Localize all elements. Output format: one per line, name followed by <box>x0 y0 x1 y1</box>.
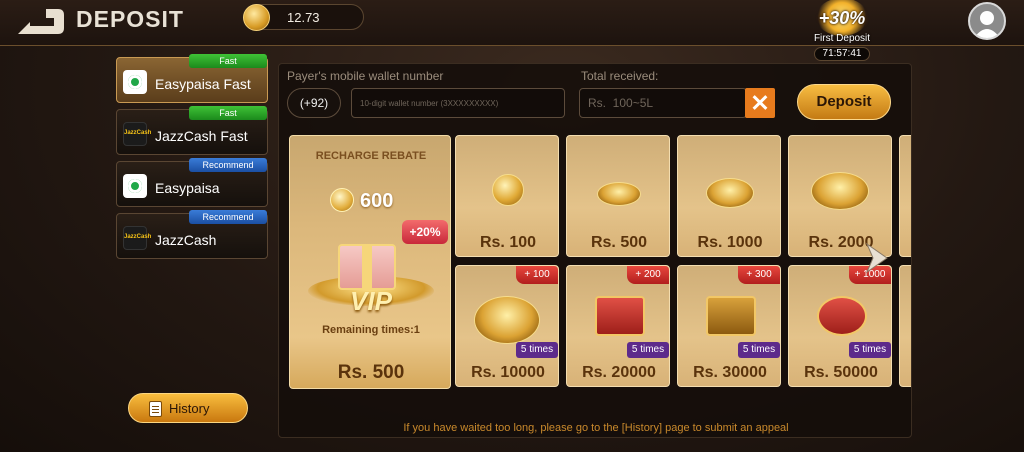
method-tag: Fast <box>189 106 267 120</box>
amount-option[interactable]: + 1000 5 times Rs. 50000 <box>788 265 892 387</box>
method-label: JazzCash Fast <box>155 128 248 144</box>
amount-option[interactable]: Rs. 100 <box>455 135 559 257</box>
easypaisa-logo-icon <box>123 174 147 198</box>
amount-price: Rs. 100 <box>479 234 537 251</box>
coin-icon <box>243 4 270 31</box>
coin-stack-icon <box>706 178 754 208</box>
page-title: DEPOSIT <box>76 6 184 32</box>
times-badge: 5 times <box>516 342 558 358</box>
method-tag: Fast <box>189 54 267 68</box>
top-bar: DEPOSIT 12.73 +30% First Deposit 71:57:4… <box>0 0 1024 61</box>
bonus-badge: + 300 <box>738 266 780 284</box>
rebate-title: RECHARGE REBATE <box>315 150 427 162</box>
method-jazzcash-fast[interactable]: JazzCash JazzCash Fast Fast <box>116 106 268 155</box>
times-badge: 5 times <box>627 342 669 358</box>
amount-price: Rs. 30000 <box>693 364 767 381</box>
treasure-chest-icon <box>595 296 645 336</box>
amount-option[interactable] <box>899 265 911 387</box>
bonus-badge: + 200 <box>627 266 669 284</box>
appeal-note: If you have waited too long, please go t… <box>403 422 789 434</box>
coin-stack-icon <box>597 182 641 206</box>
amount-input[interactable] <box>579 88 747 118</box>
amount-option[interactable]: + 200 5 times Rs. 20000 <box>566 265 670 387</box>
rebate-badge: +20% <box>402 220 448 244</box>
document-icon <box>149 401 162 417</box>
wallet-number-input[interactable] <box>351 88 565 118</box>
balance-value: 12.73 <box>287 10 320 25</box>
wallet-number-label: Payer's mobile wallet number <box>287 69 444 83</box>
treasure-chest-icon <box>706 296 756 336</box>
jazzcash-logo-icon: JazzCash <box>123 226 151 250</box>
method-tag: Recommend <box>189 210 267 224</box>
history-label: History <box>169 401 210 416</box>
amount-option[interactable]: + 300 5 times Rs. 30000 <box>677 265 781 387</box>
promo-timer: 71:57:41 <box>814 47 870 61</box>
user-avatar-icon[interactable] <box>968 2 1006 40</box>
amount-price: Rs. 1000 <box>697 234 763 251</box>
total-received-label: Total received: <box>581 69 659 83</box>
treasure-chest-icon <box>817 296 867 336</box>
easypaisa-logo-icon <box>123 70 147 94</box>
method-easypaisa[interactable]: Easypaisa Recommend <box>116 158 268 207</box>
coin-pile-icon <box>474 296 540 344</box>
times-badge: 5 times <box>738 342 780 358</box>
coin-stack-icon <box>811 172 869 210</box>
promo-percent: +30% <box>818 8 866 28</box>
amount-price: Rs. 50000 <box>804 364 878 381</box>
jazzcash-logo-icon: JazzCash <box>123 122 151 146</box>
rebate-remaining: Remaining times:1 <box>322 324 420 336</box>
method-tag: Recommend <box>189 158 267 172</box>
amount-price: Rs. 10000 <box>471 364 545 381</box>
coin-icon <box>492 174 524 206</box>
method-label: Easypaisa <box>155 180 220 196</box>
balance-display: 12.73 <box>243 4 364 31</box>
amount-grid: Rs. 100 Rs. 500 Rs. 1000 Rs. 2000 + 100 … <box>455 135 911 389</box>
bonus-badge: + 100 <box>516 266 558 284</box>
payment-method-list: Easypaisa Fast Fast JazzCash JazzCash Fa… <box>116 54 270 265</box>
method-label: Easypaisa Fast <box>155 76 251 92</box>
amount-price: Rs. 500 <box>590 234 648 251</box>
amount-option[interactable]: Rs. 2000 <box>788 135 892 257</box>
history-button[interactable]: History <box>128 393 248 423</box>
rebate-price: Rs. 500 <box>337 362 405 383</box>
deposit-panel: Payer's mobile wallet number (+92) Total… <box>278 63 912 438</box>
amount-option[interactable]: + 100 5 times Rs. 10000 <box>455 265 559 387</box>
amount-price: Rs. 20000 <box>582 364 656 381</box>
first-deposit-promo[interactable]: +30% First Deposit 71:57:41 <box>806 0 878 62</box>
coin-icon <box>330 188 354 212</box>
times-badge: 5 times <box>849 342 891 358</box>
method-easypaisa-fast[interactable]: Easypaisa Fast Fast <box>116 54 268 103</box>
clear-icon[interactable] <box>745 88 775 118</box>
gift-box-icon <box>338 244 396 290</box>
back-arrow-icon[interactable] <box>16 6 66 36</box>
method-jazzcash[interactable]: JazzCash JazzCash Recommend <box>116 210 268 259</box>
rebate-amount: 600 <box>360 190 394 212</box>
amount-option[interactable] <box>899 135 911 257</box>
amount-option[interactable]: Rs. 1000 <box>677 135 781 257</box>
country-code: (+92) <box>287 88 341 118</box>
promo-label: First Deposit <box>813 33 871 44</box>
method-label: JazzCash <box>155 232 217 248</box>
vip-emblem: VIP <box>350 286 392 316</box>
deposit-button[interactable]: Deposit <box>797 84 891 120</box>
recharge-rebate-card[interactable]: RECHARGE REBATE 600 +20% VIP Remaining t… <box>289 135 451 389</box>
amount-option[interactable]: Rs. 500 <box>566 135 670 257</box>
chevron-right-icon[interactable] <box>857 240 893 276</box>
